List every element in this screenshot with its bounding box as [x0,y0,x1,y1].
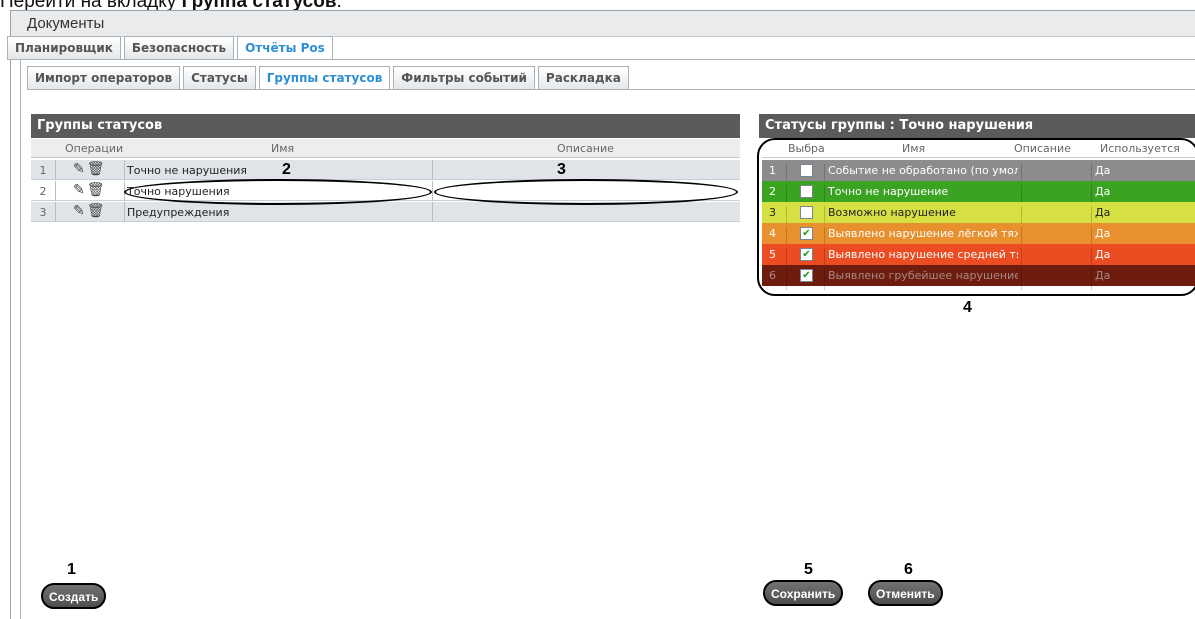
groups-panel-title: Группы статусов [31,114,740,138]
sub-tabs-divider [27,89,1195,90]
row-number: 3 [39,206,47,219]
cell-divider [432,160,433,180]
cell-divider [55,160,56,180]
cell-divider [55,202,56,222]
tab-event-filters[interactable]: Фильтры событий [393,66,535,90]
tab-scheduler[interactable]: Планировщик [7,36,121,60]
col-description: Описание [557,142,614,155]
window-title: Документы [11,11,1195,37]
group-name: Предупреждения [127,206,230,219]
callout-1: 1 [67,561,76,578]
group-row[interactable]: 1 ✎🗑 Точно не нарушения [31,160,740,180]
edit-delete-icons[interactable]: ✎🗑 [73,203,107,219]
row-number: 1 [39,164,47,177]
col-operations: Операции [65,142,124,155]
tab-status-groups[interactable]: Группы статусов [258,66,391,90]
cell-divider [55,181,56,201]
main-tabs: Планировщик Безопасность Отчёты Pos [7,36,336,60]
tab-statuses[interactable]: Статусы [183,66,256,90]
tab-import-operators[interactable]: Импорт операторов [27,66,181,90]
save-button[interactable]: Сохранить [763,580,844,606]
callout-3: 3 [557,161,566,178]
screen: { "intro": { "text_before": "Перейти на … [0,0,1195,619]
tab-pos-reports[interactable]: Отчёты Pos [237,36,333,60]
cell-divider [124,160,125,180]
statuses-panel-title: Статусы группы : Точно нарушения [759,114,1195,138]
group-name: Точно не нарушения [127,164,248,177]
callout-5: 5 [804,561,813,578]
cancel-button[interactable]: Отменить [868,580,943,606]
callout-4: 4 [963,299,972,316]
groups-column-header: Операции Имя Описание [31,139,740,158]
cell-divider [124,202,125,222]
cell-divider [432,202,433,222]
col-name: Имя [271,142,295,155]
statuses-table-highlight [757,138,1195,296]
callout-2: 2 [282,161,291,178]
row-number: 2 [39,185,47,198]
sub-tabs: Импорт операторов Статусы Группы статусо… [27,66,632,90]
cell-divider [432,181,433,201]
name-field-highlight [124,179,432,205]
group-row[interactable]: 3 ✎🗑 Предупреждения [31,202,740,222]
tab-layout[interactable]: Раскладка [537,66,629,90]
edit-delete-icons[interactable]: ✎🗑 [73,161,107,177]
callout-6: 6 [904,561,913,578]
description-field-highlight [434,179,738,205]
create-button[interactable]: Создать [41,583,107,609]
tab-security[interactable]: Безопасность [123,36,235,60]
edit-delete-icons[interactable]: ✎🗑 [73,182,107,198]
